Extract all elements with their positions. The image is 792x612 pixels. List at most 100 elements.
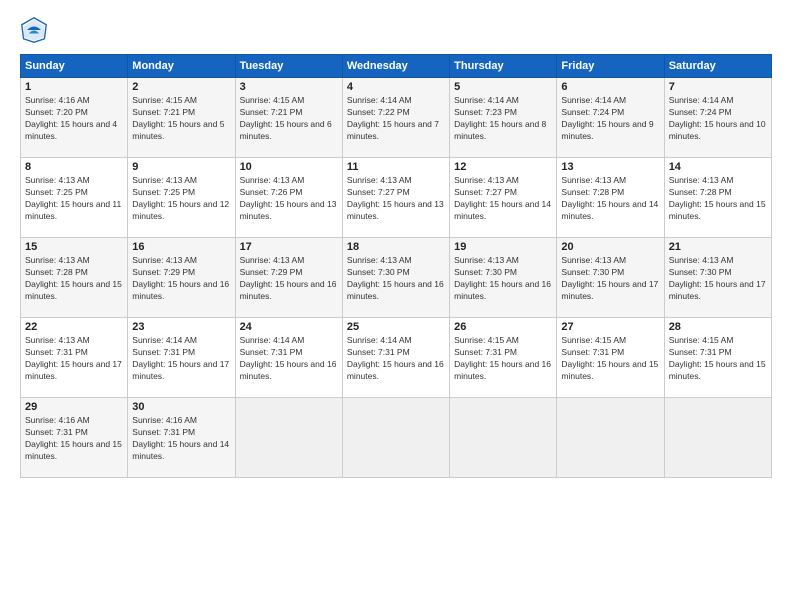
calendar-cell: 9 Sunrise: 4:13 AM Sunset: 7:25 PM Dayli…: [128, 158, 235, 238]
weekday-header-monday: Monday: [128, 55, 235, 78]
day-number: 17: [240, 241, 338, 253]
day-info: Sunrise: 4:15 AM Sunset: 7:31 PM Dayligh…: [561, 335, 659, 383]
weekday-header-thursday: Thursday: [450, 55, 557, 78]
day-number: 9: [132, 161, 230, 173]
calendar-cell: 3 Sunrise: 4:15 AM Sunset: 7:21 PM Dayli…: [235, 78, 342, 158]
day-info: Sunrise: 4:15 AM Sunset: 7:21 PM Dayligh…: [132, 95, 230, 143]
day-info: Sunrise: 4:13 AM Sunset: 7:28 PM Dayligh…: [669, 175, 767, 223]
logo: [20, 16, 52, 44]
day-number: 19: [454, 241, 552, 253]
calendar-cell: 26 Sunrise: 4:15 AM Sunset: 7:31 PM Dayl…: [450, 318, 557, 398]
calendar-cell: [235, 398, 342, 478]
calendar-table: SundayMondayTuesdayWednesdayThursdayFrid…: [20, 54, 772, 478]
day-info: Sunrise: 4:15 AM Sunset: 7:21 PM Dayligh…: [240, 95, 338, 143]
calendar-week-5: 29 Sunrise: 4:16 AM Sunset: 7:31 PM Dayl…: [21, 398, 772, 478]
day-number: 4: [347, 81, 445, 93]
calendar-cell: 18 Sunrise: 4:13 AM Sunset: 7:30 PM Dayl…: [342, 238, 449, 318]
logo-icon: [20, 16, 48, 44]
calendar-cell: 27 Sunrise: 4:15 AM Sunset: 7:31 PM Dayl…: [557, 318, 664, 398]
day-number: 26: [454, 321, 552, 333]
day-info: Sunrise: 4:13 AM Sunset: 7:31 PM Dayligh…: [25, 335, 123, 383]
calendar-week-2: 8 Sunrise: 4:13 AM Sunset: 7:25 PM Dayli…: [21, 158, 772, 238]
day-info: Sunrise: 4:16 AM Sunset: 7:31 PM Dayligh…: [132, 415, 230, 463]
day-info: Sunrise: 4:13 AM Sunset: 7:27 PM Dayligh…: [347, 175, 445, 223]
day-info: Sunrise: 4:14 AM Sunset: 7:24 PM Dayligh…: [561, 95, 659, 143]
day-number: 14: [669, 161, 767, 173]
day-info: Sunrise: 4:14 AM Sunset: 7:31 PM Dayligh…: [132, 335, 230, 383]
calendar-cell: 16 Sunrise: 4:13 AM Sunset: 7:29 PM Dayl…: [128, 238, 235, 318]
calendar-cell: 8 Sunrise: 4:13 AM Sunset: 7:25 PM Dayli…: [21, 158, 128, 238]
day-number: 2: [132, 81, 230, 93]
day-info: Sunrise: 4:13 AM Sunset: 7:30 PM Dayligh…: [347, 255, 445, 303]
calendar-cell: 23 Sunrise: 4:14 AM Sunset: 7:31 PM Dayl…: [128, 318, 235, 398]
day-info: Sunrise: 4:14 AM Sunset: 7:31 PM Dayligh…: [347, 335, 445, 383]
day-info: Sunrise: 4:16 AM Sunset: 7:31 PM Dayligh…: [25, 415, 123, 463]
day-info: Sunrise: 4:13 AM Sunset: 7:26 PM Dayligh…: [240, 175, 338, 223]
day-number: 5: [454, 81, 552, 93]
calendar-week-4: 22 Sunrise: 4:13 AM Sunset: 7:31 PM Dayl…: [21, 318, 772, 398]
day-number: 20: [561, 241, 659, 253]
day-number: 25: [347, 321, 445, 333]
day-number: 18: [347, 241, 445, 253]
calendar-week-1: 1 Sunrise: 4:16 AM Sunset: 7:20 PM Dayli…: [21, 78, 772, 158]
day-info: Sunrise: 4:13 AM Sunset: 7:25 PM Dayligh…: [132, 175, 230, 223]
calendar-cell: 10 Sunrise: 4:13 AM Sunset: 7:26 PM Dayl…: [235, 158, 342, 238]
calendar-cell: 28 Sunrise: 4:15 AM Sunset: 7:31 PM Dayl…: [664, 318, 771, 398]
day-number: 12: [454, 161, 552, 173]
day-info: Sunrise: 4:13 AM Sunset: 7:30 PM Dayligh…: [454, 255, 552, 303]
day-number: 29: [25, 401, 123, 413]
day-number: 8: [25, 161, 123, 173]
calendar-cell: 11 Sunrise: 4:13 AM Sunset: 7:27 PM Dayl…: [342, 158, 449, 238]
calendar-cell: 19 Sunrise: 4:13 AM Sunset: 7:30 PM Dayl…: [450, 238, 557, 318]
day-number: 13: [561, 161, 659, 173]
day-info: Sunrise: 4:16 AM Sunset: 7:20 PM Dayligh…: [25, 95, 123, 143]
header-row: SundayMondayTuesdayWednesdayThursdayFrid…: [21, 55, 772, 78]
day-info: Sunrise: 4:15 AM Sunset: 7:31 PM Dayligh…: [454, 335, 552, 383]
calendar-cell: [342, 398, 449, 478]
calendar-cell: [557, 398, 664, 478]
day-info: Sunrise: 4:14 AM Sunset: 7:24 PM Dayligh…: [669, 95, 767, 143]
day-number: 22: [25, 321, 123, 333]
weekday-header-tuesday: Tuesday: [235, 55, 342, 78]
calendar-body: 1 Sunrise: 4:16 AM Sunset: 7:20 PM Dayli…: [21, 78, 772, 478]
calendar-cell: 17 Sunrise: 4:13 AM Sunset: 7:29 PM Dayl…: [235, 238, 342, 318]
calendar-cell: [664, 398, 771, 478]
day-info: Sunrise: 4:13 AM Sunset: 7:28 PM Dayligh…: [25, 255, 123, 303]
day-number: 16: [132, 241, 230, 253]
calendar-cell: 14 Sunrise: 4:13 AM Sunset: 7:28 PM Dayl…: [664, 158, 771, 238]
calendar-cell: 2 Sunrise: 4:15 AM Sunset: 7:21 PM Dayli…: [128, 78, 235, 158]
calendar-cell: 29 Sunrise: 4:16 AM Sunset: 7:31 PM Dayl…: [21, 398, 128, 478]
day-number: 28: [669, 321, 767, 333]
calendar-cell: 24 Sunrise: 4:14 AM Sunset: 7:31 PM Dayl…: [235, 318, 342, 398]
header: [20, 16, 772, 44]
calendar-cell: 15 Sunrise: 4:13 AM Sunset: 7:28 PM Dayl…: [21, 238, 128, 318]
calendar-cell: 7 Sunrise: 4:14 AM Sunset: 7:24 PM Dayli…: [664, 78, 771, 158]
day-number: 3: [240, 81, 338, 93]
day-number: 11: [347, 161, 445, 173]
calendar-cell: 6 Sunrise: 4:14 AM Sunset: 7:24 PM Dayli…: [557, 78, 664, 158]
day-number: 6: [561, 81, 659, 93]
day-number: 23: [132, 321, 230, 333]
day-number: 21: [669, 241, 767, 253]
calendar-cell: 5 Sunrise: 4:14 AM Sunset: 7:23 PM Dayli…: [450, 78, 557, 158]
calendar-cell: 1 Sunrise: 4:16 AM Sunset: 7:20 PM Dayli…: [21, 78, 128, 158]
calendar-cell: 13 Sunrise: 4:13 AM Sunset: 7:28 PM Dayl…: [557, 158, 664, 238]
day-info: Sunrise: 4:14 AM Sunset: 7:31 PM Dayligh…: [240, 335, 338, 383]
day-number: 10: [240, 161, 338, 173]
calendar-cell: 20 Sunrise: 4:13 AM Sunset: 7:30 PM Dayl…: [557, 238, 664, 318]
calendar-cell: 22 Sunrise: 4:13 AM Sunset: 7:31 PM Dayl…: [21, 318, 128, 398]
day-info: Sunrise: 4:13 AM Sunset: 7:30 PM Dayligh…: [561, 255, 659, 303]
day-info: Sunrise: 4:13 AM Sunset: 7:25 PM Dayligh…: [25, 175, 123, 223]
calendar-cell: 25 Sunrise: 4:14 AM Sunset: 7:31 PM Dayl…: [342, 318, 449, 398]
day-info: Sunrise: 4:15 AM Sunset: 7:31 PM Dayligh…: [669, 335, 767, 383]
weekday-header-wednesday: Wednesday: [342, 55, 449, 78]
weekday-header-friday: Friday: [557, 55, 664, 78]
calendar-week-3: 15 Sunrise: 4:13 AM Sunset: 7:28 PM Dayl…: [21, 238, 772, 318]
page: SundayMondayTuesdayWednesdayThursdayFrid…: [0, 0, 792, 612]
day-info: Sunrise: 4:13 AM Sunset: 7:29 PM Dayligh…: [240, 255, 338, 303]
calendar-cell: [450, 398, 557, 478]
day-info: Sunrise: 4:14 AM Sunset: 7:22 PM Dayligh…: [347, 95, 445, 143]
weekday-header-saturday: Saturday: [664, 55, 771, 78]
day-number: 24: [240, 321, 338, 333]
calendar-cell: 21 Sunrise: 4:13 AM Sunset: 7:30 PM Dayl…: [664, 238, 771, 318]
